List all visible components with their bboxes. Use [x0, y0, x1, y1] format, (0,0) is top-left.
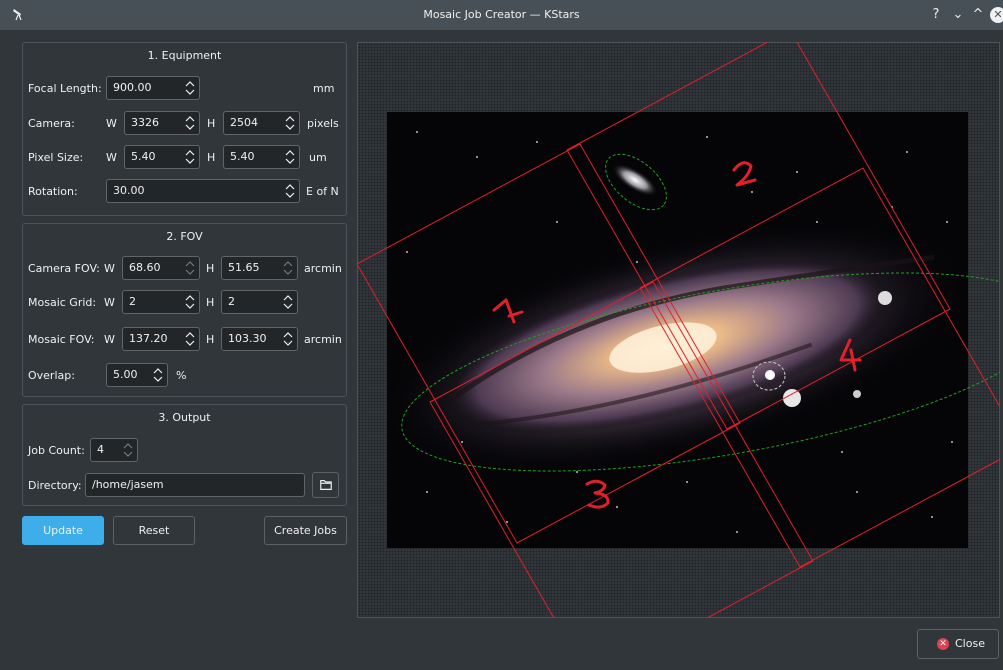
focal-length-label: Focal Length:: [28, 82, 102, 95]
mosaic-grid-w-label: W: [104, 296, 115, 309]
focal-length-unit: mm: [313, 82, 335, 95]
spin-arrows-icon[interactable]: [283, 331, 293, 347]
mosaic-tile-frames: [357, 42, 1000, 618]
spin-arrows-icon[interactable]: [185, 115, 195, 131]
spin-arrows-icon[interactable]: [185, 149, 195, 165]
mosaic-fov-w-label: W: [104, 333, 115, 346]
mosaic-fov-width-value: 137.20: [129, 332, 168, 345]
pixel-unit: um: [309, 151, 327, 164]
camera-fov-label: Camera FOV:: [28, 262, 100, 275]
camera-h-label: H: [207, 117, 216, 130]
spin-arrows-icon[interactable]: [185, 331, 195, 347]
camera-label: Camera:: [28, 117, 75, 130]
mosaic-tile-numbers: [492, 161, 862, 509]
focal-length-value: 900.00: [113, 81, 152, 94]
camera-fov-height-value: 51.65: [228, 261, 260, 274]
spin-arrows-icon[interactable]: [285, 115, 295, 131]
mosaic-overlay: [357, 42, 1000, 618]
directory-label: Directory:: [28, 479, 82, 492]
job-count-value: 4: [97, 443, 104, 456]
camera-height-value: 2504: [230, 116, 258, 129]
camera-fov-w-label: W: [104, 262, 115, 275]
pixel-height-value: 5.40: [230, 150, 255, 163]
overlap-spinbox[interactable]: 5.00: [106, 363, 168, 387]
window-title: Mosaic Job Creator — KStars: [423, 8, 580, 21]
browse-directory-button[interactable]: [312, 472, 339, 498]
mosaic-fov-height-value: 103.30: [228, 332, 267, 345]
overlap-value: 5.00: [113, 368, 138, 381]
overlap-unit: %: [176, 369, 187, 382]
directory-value: /home/jasem: [92, 478, 164, 491]
pixel-width-value: 5.40: [131, 150, 156, 163]
close-circle-icon: ✕: [937, 638, 949, 650]
mosaic-fov-unit: arcmin: [304, 333, 342, 346]
pixel-size-label: Pixel Size:: [28, 151, 84, 164]
update-button[interactable]: Update: [22, 516, 104, 545]
job-count-spinbox: 4: [90, 438, 138, 462]
camera-height-spinbox[interactable]: 2504: [223, 111, 300, 135]
output-title: 3. Output: [158, 411, 211, 424]
directory-input[interactable]: /home/jasem: [85, 473, 305, 497]
mosaic-grid-h-label: H: [206, 296, 215, 309]
camera-unit: pixels: [307, 117, 339, 130]
pixel-h-label: H: [207, 151, 216, 164]
help-icon[interactable]: ?: [928, 7, 944, 23]
equipment-title: 1. Equipment: [147, 49, 222, 62]
spin-arrows-icon[interactable]: [283, 294, 293, 310]
camera-fov-width-spinbox: 68.60: [122, 256, 200, 280]
fov-title: 2. FOV: [166, 230, 203, 243]
spin-arrows-icon: [283, 261, 293, 275]
mosaic-fov-height-spinbox[interactable]: 103.30: [221, 327, 298, 351]
mosaic-grid-label: Mosaic Grid:: [28, 296, 97, 309]
minimize-icon[interactable]: ⌄: [950, 7, 966, 23]
pixel-w-label: W: [106, 151, 117, 164]
focal-length-spinbox[interactable]: 900.00: [106, 76, 200, 100]
maximize-icon[interactable]: ^: [970, 7, 986, 23]
mosaic-fov-width-spinbox[interactable]: 137.20: [122, 327, 200, 351]
spin-arrows-icon: [185, 261, 195, 275]
mosaic-grid-height-value: 2: [228, 295, 235, 308]
spin-arrows-icon[interactable]: [285, 149, 295, 165]
spin-arrows-icon: [123, 443, 133, 457]
folder-icon: [320, 480, 332, 490]
spin-arrows-icon[interactable]: [185, 294, 195, 310]
title-bar: Mosaic Job Creator — KStars ? ⌄ ^ ✕: [0, 0, 1003, 30]
close-label: Close: [955, 637, 985, 650]
camera-width-value: 3326: [131, 116, 159, 129]
close-button[interactable]: ✕ Close: [917, 629, 999, 659]
job-count-label: Job Count:: [28, 444, 85, 457]
rotation-unit: E of N: [306, 185, 339, 198]
overlap-label: Overlap:: [28, 369, 75, 382]
mosaic-fov-h-label: H: [206, 333, 215, 346]
spin-arrows-icon[interactable]: [153, 367, 163, 383]
mosaic-grid-width-value: 2: [129, 295, 136, 308]
reset-button[interactable]: Reset: [113, 516, 195, 545]
mosaic-grid-width-spinbox[interactable]: 2: [122, 290, 200, 314]
create-jobs-button[interactable]: Create Jobs: [264, 516, 347, 545]
camera-fov-unit: arcmin: [304, 262, 342, 275]
camera-w-label: W: [106, 117, 117, 130]
spin-arrows-icon[interactable]: [285, 183, 295, 199]
rotation-value: 30.00: [113, 184, 145, 197]
rotation-label: Rotation:: [28, 185, 78, 198]
rotation-spinbox[interactable]: 30.00: [106, 179, 300, 203]
camera-fov-width-value: 68.60: [129, 261, 161, 274]
mosaic-grid-height-spinbox[interactable]: 2: [221, 290, 298, 314]
close-window-icon[interactable]: ✕: [990, 7, 1003, 23]
camera-width-spinbox[interactable]: 3326: [124, 111, 200, 135]
camera-fov-height-spinbox: 51.65: [221, 256, 298, 280]
mosaic-fov-label: Mosaic FOV:: [28, 333, 95, 346]
pixel-height-spinbox[interactable]: 5.40: [223, 145, 300, 169]
pixel-width-spinbox[interactable]: 5.40: [124, 145, 200, 169]
spin-arrows-icon[interactable]: [185, 80, 195, 96]
camera-fov-h-label: H: [206, 262, 215, 275]
